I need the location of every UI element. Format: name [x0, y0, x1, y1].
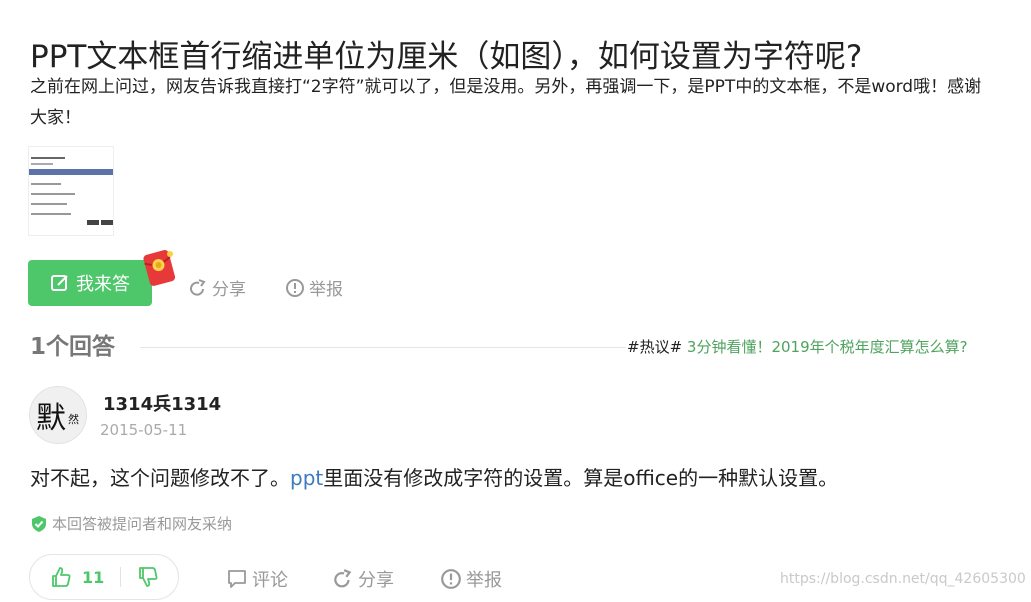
answer-text-before: 对不起，这个问题修改不了。 [30, 466, 290, 490]
answer-button[interactable]: 我来答 [28, 260, 152, 306]
report-icon [286, 278, 304, 297]
thumbnail-titlebar [29, 169, 113, 175]
comment-icon [228, 570, 246, 588]
answer-text-after: 里面没有修改成字符的设置。算是office的一种默认设置。 [323, 466, 839, 490]
question-image-thumbnail[interactable] [28, 146, 114, 236]
question-description: 之前在网上问过，网友告诉我直接打“2字符”就可以了，但是没用。另外，再强调一下，… [30, 77, 982, 128]
comment-label: 评论 [252, 570, 288, 591]
adopted-badge: 本回答被提问者和网友采纳 [30, 513, 232, 534]
report-icon [441, 569, 461, 589]
report-answer-button[interactable]: 举报 [440, 566, 502, 592]
avatar-char-small: 然 [68, 413, 79, 426]
share-answer-button[interactable]: 分享 [332, 566, 394, 592]
hot-topic[interactable]: #热议# 3分钟看懂！2019年个税年度汇算怎么算? [627, 335, 968, 359]
share-label: 分享 [212, 280, 246, 300]
like-button[interactable]: 11 [30, 566, 104, 588]
page: PPT文本框首行缩进单位为厘米（如图），如何设置为字符呢? 之前在网上问过，网友… [0, 0, 1031, 602]
thumbnail-button [87, 220, 99, 225]
dislike-button[interactable] [121, 566, 159, 588]
report-label: 举报 [309, 280, 343, 300]
answer-button-label: 我来答 [76, 274, 130, 295]
answer-body: 对不起，这个问题修改不了。ppt里面没有修改成字符的设置。算是office的一种… [30, 462, 838, 494]
answer-count: 1个回答 [30, 334, 116, 360]
vote-box: 11 [29, 554, 179, 600]
answer-text-link[interactable]: ppt [290, 466, 323, 490]
hot-topic-link[interactable]: 3分钟看懂！2019年个税年度汇算怎么算? [687, 338, 968, 356]
red-envelope-icon [143, 250, 176, 286]
thumbnail-button [101, 220, 113, 225]
thumbnail-line [31, 157, 65, 159]
comment-button[interactable]: 评论 [226, 566, 288, 592]
watermark: https://blog.csdn.net/qq_42605300 [780, 571, 1026, 587]
like-count: 11 [82, 567, 105, 587]
hot-topic-tag: #热议# [627, 338, 683, 356]
share-answer-label: 分享 [358, 570, 394, 591]
avatar[interactable]: 默 然 [29, 386, 87, 444]
adopted-label: 本回答被提问者和网友采纳 [52, 515, 233, 533]
avatar-char-big: 默 [36, 401, 66, 436]
share-icon [334, 569, 352, 588]
thumbnail-line [31, 193, 75, 195]
answer-username[interactable]: 1314兵1314 [103, 390, 221, 416]
shield-check-icon [32, 515, 46, 532]
edit-icon [51, 275, 68, 291]
thumbnail-line [31, 203, 67, 205]
thumbs-up-icon [52, 567, 71, 587]
thumbnail-line [31, 213, 71, 215]
share-question-button[interactable]: 分享 [188, 275, 246, 300]
report-question-button[interactable]: 举报 [285, 275, 343, 300]
section-divider [140, 347, 626, 348]
share-icon [190, 278, 206, 296]
thumbnail-line [31, 183, 61, 185]
thumbs-down-icon [139, 567, 158, 587]
thumbnail-line [31, 163, 53, 165]
answer-date: 2015-05-11 [100, 421, 188, 439]
report-answer-label: 举报 [466, 570, 502, 591]
